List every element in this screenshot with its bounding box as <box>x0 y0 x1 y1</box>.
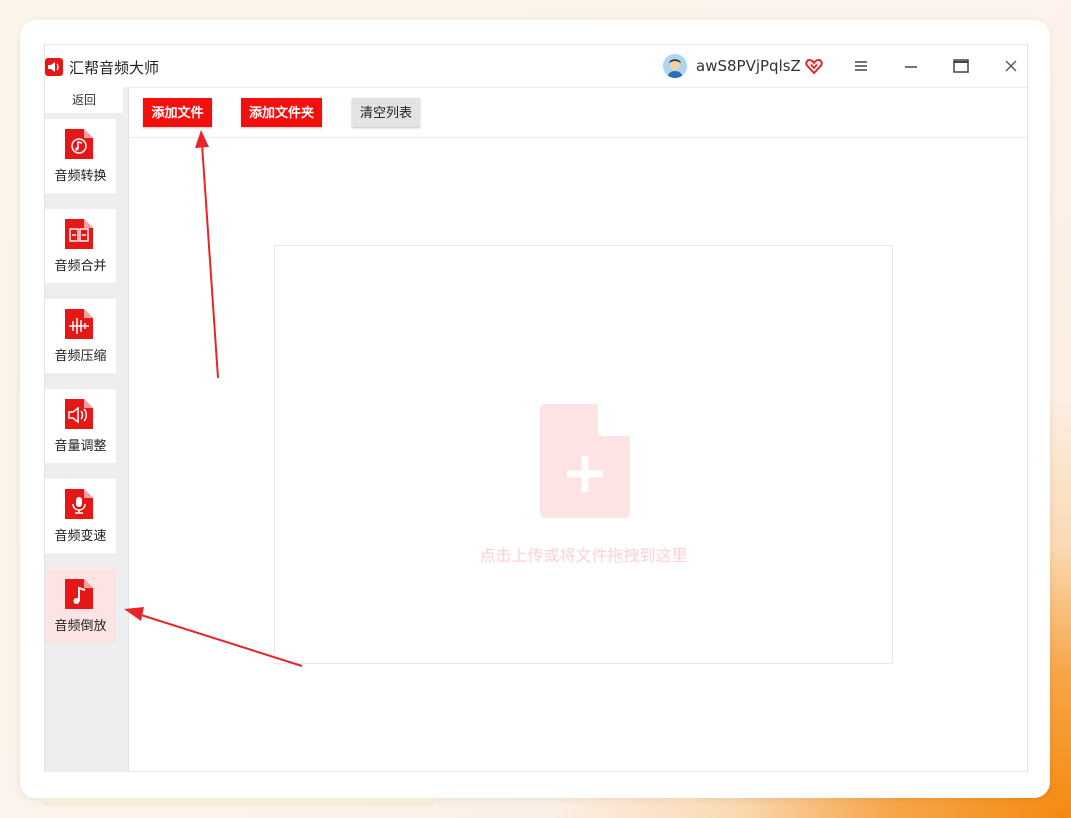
audio-reverse-icon <box>65 579 93 609</box>
sidebar-item-label: 音频转换 <box>54 169 107 184</box>
app-title: 汇帮音频大师 <box>69 59 160 77</box>
vip-badge-icon[interactable] <box>805 57 823 75</box>
title-bar: 汇帮音频大师 awS8PVjPqlsZ <box>45 45 1027 88</box>
sidebar-item-label: 音频合并 <box>54 259 107 274</box>
app-window: 汇帮音频大师 awS8PVjPqlsZ 返回 音频转换 音频合并 音频压缩 音量… <box>44 44 1028 772</box>
audio-convert-icon <box>65 129 93 159</box>
app-logo-icon <box>45 58 63 76</box>
add-file-button[interactable]: 添加文件 <box>143 98 212 127</box>
sidebar-item-audio-convert[interactable]: 音频转换 <box>45 119 116 193</box>
sidebar-item-audio-speed[interactable]: 音频变速 <box>45 479 116 553</box>
toolbar: 添加文件 添加文件夹 清空列表 <box>129 87 1028 138</box>
close-icon[interactable] <box>1000 55 1022 77</box>
username[interactable]: awS8PVjPqlsZ <box>696 57 801 75</box>
back-button[interactable]: 返回 <box>45 87 123 113</box>
clear-list-button[interactable]: 清空列表 <box>352 98 420 127</box>
audio-speed-icon <box>65 489 93 519</box>
user-avatar[interactable] <box>663 54 687 78</box>
sidebar-item-label: 音量调整 <box>54 439 107 454</box>
maximize-icon[interactable] <box>950 55 972 77</box>
file-add-icon <box>540 404 630 518</box>
sidebar-item-audio-merge[interactable]: 音频合并 <box>45 209 116 283</box>
sidebar-item-audio-compress[interactable]: 音频压缩 <box>45 299 116 373</box>
sidebar-item-label: 音频压缩 <box>54 349 107 364</box>
audio-compress-icon <box>65 309 93 339</box>
drop-hint: 点击上传或将文件拖拽到这里 <box>479 546 688 565</box>
volume-adjust-icon <box>65 399 93 429</box>
add-folder-button[interactable]: 添加文件夹 <box>241 98 322 127</box>
sidebar-item-label: 音频倒放 <box>54 619 107 634</box>
sidebar-item-label: 音频变速 <box>54 529 107 544</box>
sidebar: 返回 音频转换 音频合并 音频压缩 音量调整 音频变速 音频倒放 <box>45 87 129 772</box>
audio-merge-icon <box>65 219 93 249</box>
minimize-icon[interactable] <box>900 55 922 77</box>
sidebar-item-audio-reverse[interactable]: 音频倒放 <box>45 569 116 643</box>
file-drop-zone[interactable]: 点击上传或将文件拖拽到这里 <box>274 245 893 664</box>
background-decoration <box>44 798 434 806</box>
menu-icon[interactable] <box>850 55 872 77</box>
sidebar-item-volume-adjust[interactable]: 音量调整 <box>45 389 116 463</box>
